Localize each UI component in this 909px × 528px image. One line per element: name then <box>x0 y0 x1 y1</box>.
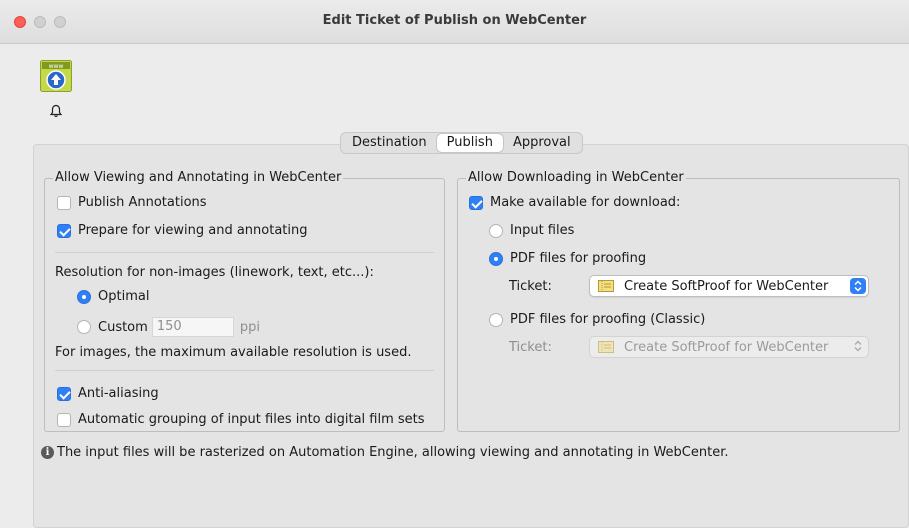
checkbox-label: Prepare for viewing and annotating <box>78 223 308 238</box>
optimal-radio[interactable]: Optimal <box>77 289 149 304</box>
custom-resolution-input[interactable]: 150 <box>151 317 234 337</box>
publish-annotations-checkbox[interactable]: Publish Annotations <box>57 195 207 210</box>
images-note: For images, the maximum available resolu… <box>55 345 411 360</box>
checkbox-label: Publish Annotations <box>78 195 207 210</box>
radio-label: Input files <box>510 223 575 238</box>
group-title: Allow Downloading in WebCenter <box>466 170 686 186</box>
publish-webcenter-icon: www <box>40 60 72 92</box>
info-message: i The input files will be rasterized on … <box>41 445 729 460</box>
downloading-group: Allow Downloading in WebCenter Make avai… <box>457 170 900 432</box>
radio[interactable] <box>489 223 503 238</box>
ticket-icon <box>598 280 614 292</box>
checkbox-label: Make available for download: <box>490 195 681 210</box>
ticket-label-text: Ticket: <box>509 279 552 294</box>
tab-bar: Destination Publish Approval <box>340 132 583 154</box>
ticket-select-value: Create SoftProof for WebCenter <box>624 278 829 294</box>
bell-icon[interactable] <box>49 104 63 118</box>
checkbox[interactable] <box>469 195 483 210</box>
radio[interactable] <box>489 251 503 266</box>
ticket-select-value: Create SoftProof for WebCenter <box>624 339 829 355</box>
checkbox[interactable] <box>57 195 71 210</box>
radio[interactable] <box>77 289 91 304</box>
resolution-text: Resolution for non-images (linework, tex… <box>55 265 374 280</box>
custom-radio[interactable]: Custom 150 ppi <box>77 317 260 337</box>
anti-aliasing-checkbox[interactable]: Anti-aliasing <box>57 386 159 401</box>
svg-text:www: www <box>49 63 64 70</box>
ticket-icon <box>598 341 614 353</box>
separator <box>55 252 434 253</box>
make-available-checkbox[interactable]: Make available for download: <box>469 195 680 210</box>
input-files-radio[interactable]: Input files <box>489 223 574 238</box>
viewing-annotating-group: Allow Viewing and Annotating in WebCente… <box>44 170 445 432</box>
checkbox-label: Automatic grouping of input files into d… <box>78 412 425 427</box>
ppi-unit-label: ppi <box>239 319 260 335</box>
prepare-viewing-checkbox[interactable]: Prepare for viewing and annotating <box>57 223 308 238</box>
tab-approval[interactable]: Approval <box>503 134 581 152</box>
radio[interactable] <box>77 320 91 334</box>
chevron-updown-icon[interactable] <box>850 278 866 294</box>
info-text: The input files will be rasterized on Au… <box>57 445 729 460</box>
separator <box>55 370 434 371</box>
ticket-select-pdf-proofing[interactable]: Create SoftProof for WebCenter <box>589 275 869 297</box>
tab-destination[interactable]: Destination <box>342 134 437 152</box>
auto-grouping-checkbox[interactable]: Automatic grouping of input files into d… <box>57 412 425 427</box>
window-title: Edit Ticket of Publish on WebCenter <box>322 13 587 28</box>
checkbox[interactable] <box>57 223 71 238</box>
ticket-label-1: Ticket: <box>509 279 552 294</box>
chevron-updown-icon <box>854 340 862 356</box>
checkbox[interactable] <box>57 412 71 427</box>
radio[interactable] <box>489 312 503 327</box>
resolution-label: Resolution for non-images (linework, tex… <box>55 265 374 280</box>
tab-publish[interactable]: Publish <box>436 134 503 152</box>
checkbox[interactable] <box>57 386 71 401</box>
pdf-proofing-radio[interactable]: PDF files for proofing <box>489 251 646 266</box>
radio-label: Optimal <box>98 289 150 304</box>
ticket-label-2: Ticket: <box>509 340 552 355</box>
pdf-proofing-classic-radio[interactable]: PDF files for proofing (Classic) <box>489 312 705 327</box>
radio-label: Custom <box>98 319 148 335</box>
title-bar: Edit Ticket of Publish on WebCenter <box>0 0 909 44</box>
group-title: Allow Viewing and Annotating in WebCente… <box>53 170 344 186</box>
radio-label: PDF files for proofing <box>510 251 647 266</box>
checkbox-label: Anti-aliasing <box>78 386 159 401</box>
images-note-text: For images, the maximum available resolu… <box>55 345 412 360</box>
radio-label: PDF files for proofing (Classic) <box>510 312 706 327</box>
info-icon: i <box>41 446 54 459</box>
publish-panel: Allow Viewing and Annotating in WebCente… <box>33 144 909 528</box>
ticket-select-pdf-proofing-classic[interactable]: Create SoftProof for WebCenter <box>589 336 869 358</box>
ticket-label-text: Ticket: <box>509 340 552 355</box>
